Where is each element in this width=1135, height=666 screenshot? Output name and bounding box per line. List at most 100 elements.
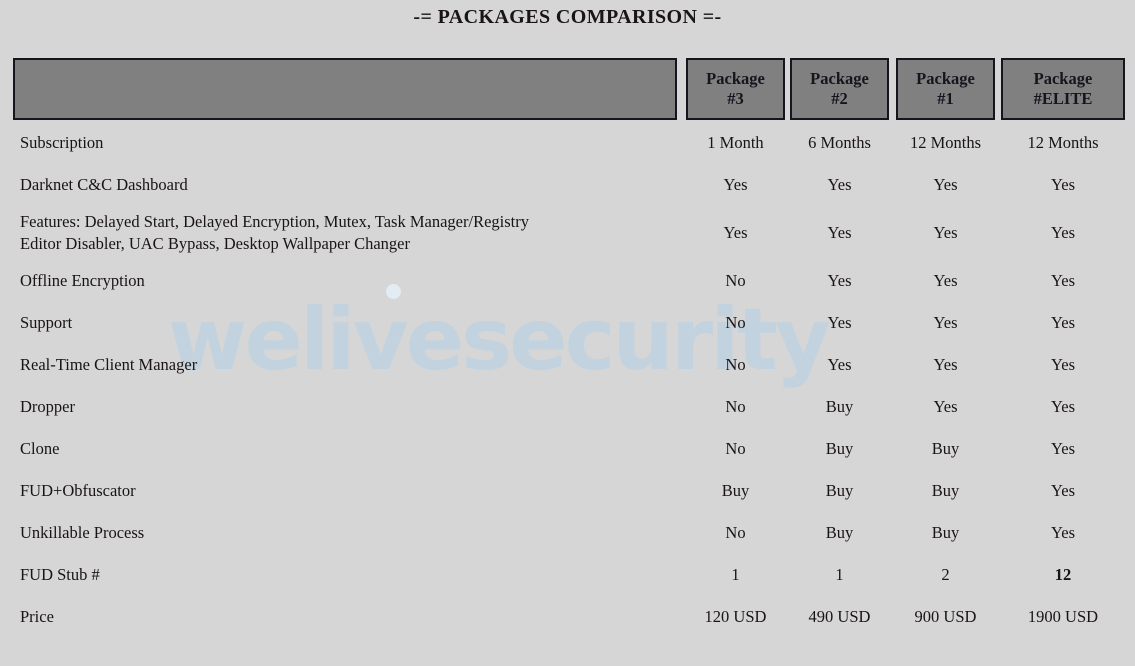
header-package-elite-line2: #ELITE [1033, 89, 1093, 108]
header-cell-package-1: Package #1 [896, 58, 995, 120]
row-label-line1: Unkillable Process [20, 523, 145, 542]
row-label: Support [20, 302, 670, 344]
table-row: Subscription 1 Month 6 Months 12 Months 12 M… [0, 122, 1135, 164]
header-package-elite-line1: Package [1033, 69, 1093, 88]
table-cell: No [725, 313, 746, 332]
row-label: Clone [20, 428, 670, 470]
row-label: Features: Delayed Start, Delayed Encrypt… [20, 206, 670, 260]
table-row: Offline Encryption No Yes Yes Yes [0, 260, 1135, 302]
table-cell: 1900 USD [1027, 607, 1099, 626]
header-package-1-line2: #1 [937, 89, 954, 108]
row-label-line1: FUD+Obfuscator [20, 481, 136, 500]
row-label-line1: FUD Stub # [20, 565, 100, 584]
table-row: Features: Delayed Start, Delayed Encrypt… [0, 206, 1135, 260]
table-cell: Buy [825, 439, 854, 458]
table-cell: 490 USD [808, 607, 871, 626]
table-cell: 1 [835, 565, 844, 584]
table-cell: 6 Months [808, 133, 871, 152]
table-cell: Yes [1050, 313, 1075, 332]
table-row: Price 120 USD 490 USD 900 USD 1900 USD [0, 596, 1135, 638]
table-cell: Yes [1050, 481, 1075, 500]
table-cell: Yes [827, 223, 852, 242]
row-label: Darknet C&C Dashboard [20, 164, 670, 206]
table-cell: Yes [933, 313, 958, 332]
table-body: Subscription 1 Month 6 Months 12 Months 12 M… [0, 122, 1135, 638]
row-label-line1: Clone [20, 439, 60, 458]
row-label-line1: Dropper [20, 397, 75, 416]
row-label: Subscription [20, 122, 670, 164]
table-cell: Yes [1050, 523, 1075, 542]
table-row: Support No Yes Yes Yes [0, 302, 1135, 344]
table-cell: 900 USD [914, 607, 977, 626]
table-cell: No [725, 355, 746, 374]
table-cell: 12 Months [1027, 133, 1099, 152]
table-cell: Buy [931, 523, 960, 542]
table-cell: Buy [931, 439, 960, 458]
row-label-line1: Offline Encryption [20, 271, 145, 290]
table-cell: No [725, 439, 746, 458]
table-cell: Yes [827, 355, 852, 374]
table-cell: Yes [827, 313, 852, 332]
header-package-3-line2: #3 [727, 89, 744, 108]
table-cell: Yes [1050, 175, 1075, 194]
table-cell: Buy [825, 523, 854, 542]
table-header-row: Package #3 Package #2 Package #1 Package… [0, 58, 1135, 122]
table-cell: Yes [933, 271, 958, 290]
row-label-line1: Price [20, 607, 54, 626]
row-label: Offline Encryption [20, 260, 670, 302]
table-cell: 12 [1054, 565, 1072, 584]
table-cell: Yes [1050, 223, 1075, 242]
table-cell: Yes [723, 175, 748, 194]
table-row: Dropper No Buy Yes Yes [0, 386, 1135, 428]
table-cell: 2 [941, 565, 950, 584]
row-label-line1: Real-Time Client Manager [20, 355, 198, 374]
row-label-line1: Subscription [20, 133, 104, 152]
table-row: Unkillable Process No Buy Buy Yes [0, 512, 1135, 554]
header-package-1-line1: Package [916, 69, 975, 88]
row-label-line2: Editor Disabler, UAC Bypass, Desktop Wal… [20, 234, 410, 253]
table-row: FUD Stub #1 1 2 12 [0, 554, 1135, 596]
table-cell: Yes [1050, 355, 1075, 374]
table-row: Darknet C&C Dashboard Yes Yes Yes Yes [0, 164, 1135, 206]
page-title: -= PACKAGES COMPARISON =- [413, 6, 722, 28]
table-cell: 120 USD [704, 607, 767, 626]
header-package-2-line2: #2 [831, 89, 848, 108]
table-cell: 1 Month [707, 133, 764, 152]
header-package-3-line1: Package [706, 69, 765, 88]
header-cell-package-elite: Package #ELITE [1001, 58, 1125, 120]
row-label: FUD+Obfuscator [20, 470, 670, 512]
table-cell: Yes [1050, 271, 1075, 290]
table-cell: Yes [1050, 439, 1075, 458]
row-label-line1: Features: Delayed Start, Delayed Encrypt… [20, 212, 529, 231]
table-cell: Yes [933, 175, 958, 194]
table-row: FUD+Obfuscator Buy Buy Buy Yes [0, 470, 1135, 512]
table-cell: No [725, 397, 746, 416]
row-label-line1: Darknet C&C Dashboard [20, 175, 188, 194]
header-package-2-line1: Package [810, 69, 869, 88]
table-cell: 1 [731, 565, 740, 584]
table-cell: Yes [827, 271, 852, 290]
table-cell: No [725, 271, 746, 290]
table-cell: Buy [931, 481, 960, 500]
table-cell: Yes [933, 397, 958, 416]
header-cell-feature-label [13, 58, 677, 120]
header-cell-package-2: Package #2 [790, 58, 889, 120]
packages-comparison-page: welivesecurity -= PACKAGES COMPARISON =-… [0, 0, 1135, 666]
table-cell: No [725, 523, 746, 542]
header-cell-package-3: Package #3 [686, 58, 785, 120]
row-label: Price [20, 596, 670, 638]
row-label: FUD Stub # [20, 554, 670, 596]
table-cell: Buy [825, 481, 854, 500]
row-label: Unkillable Process [20, 512, 670, 554]
table-cell: Yes [1050, 397, 1075, 416]
table-cell: Yes [827, 175, 852, 194]
table-cell: Yes [933, 355, 958, 374]
table-cell: Buy [721, 481, 750, 500]
table-cell: Buy [825, 397, 854, 416]
row-label: Dropper [20, 386, 670, 428]
table-cell: Yes [933, 223, 958, 242]
table-row: Real-Time Client Manager No Yes Yes Yes [0, 344, 1135, 386]
table-cell: 12 Months [909, 133, 982, 152]
row-label-line1: Support [20, 313, 73, 332]
table-cell: Yes [723, 223, 748, 242]
